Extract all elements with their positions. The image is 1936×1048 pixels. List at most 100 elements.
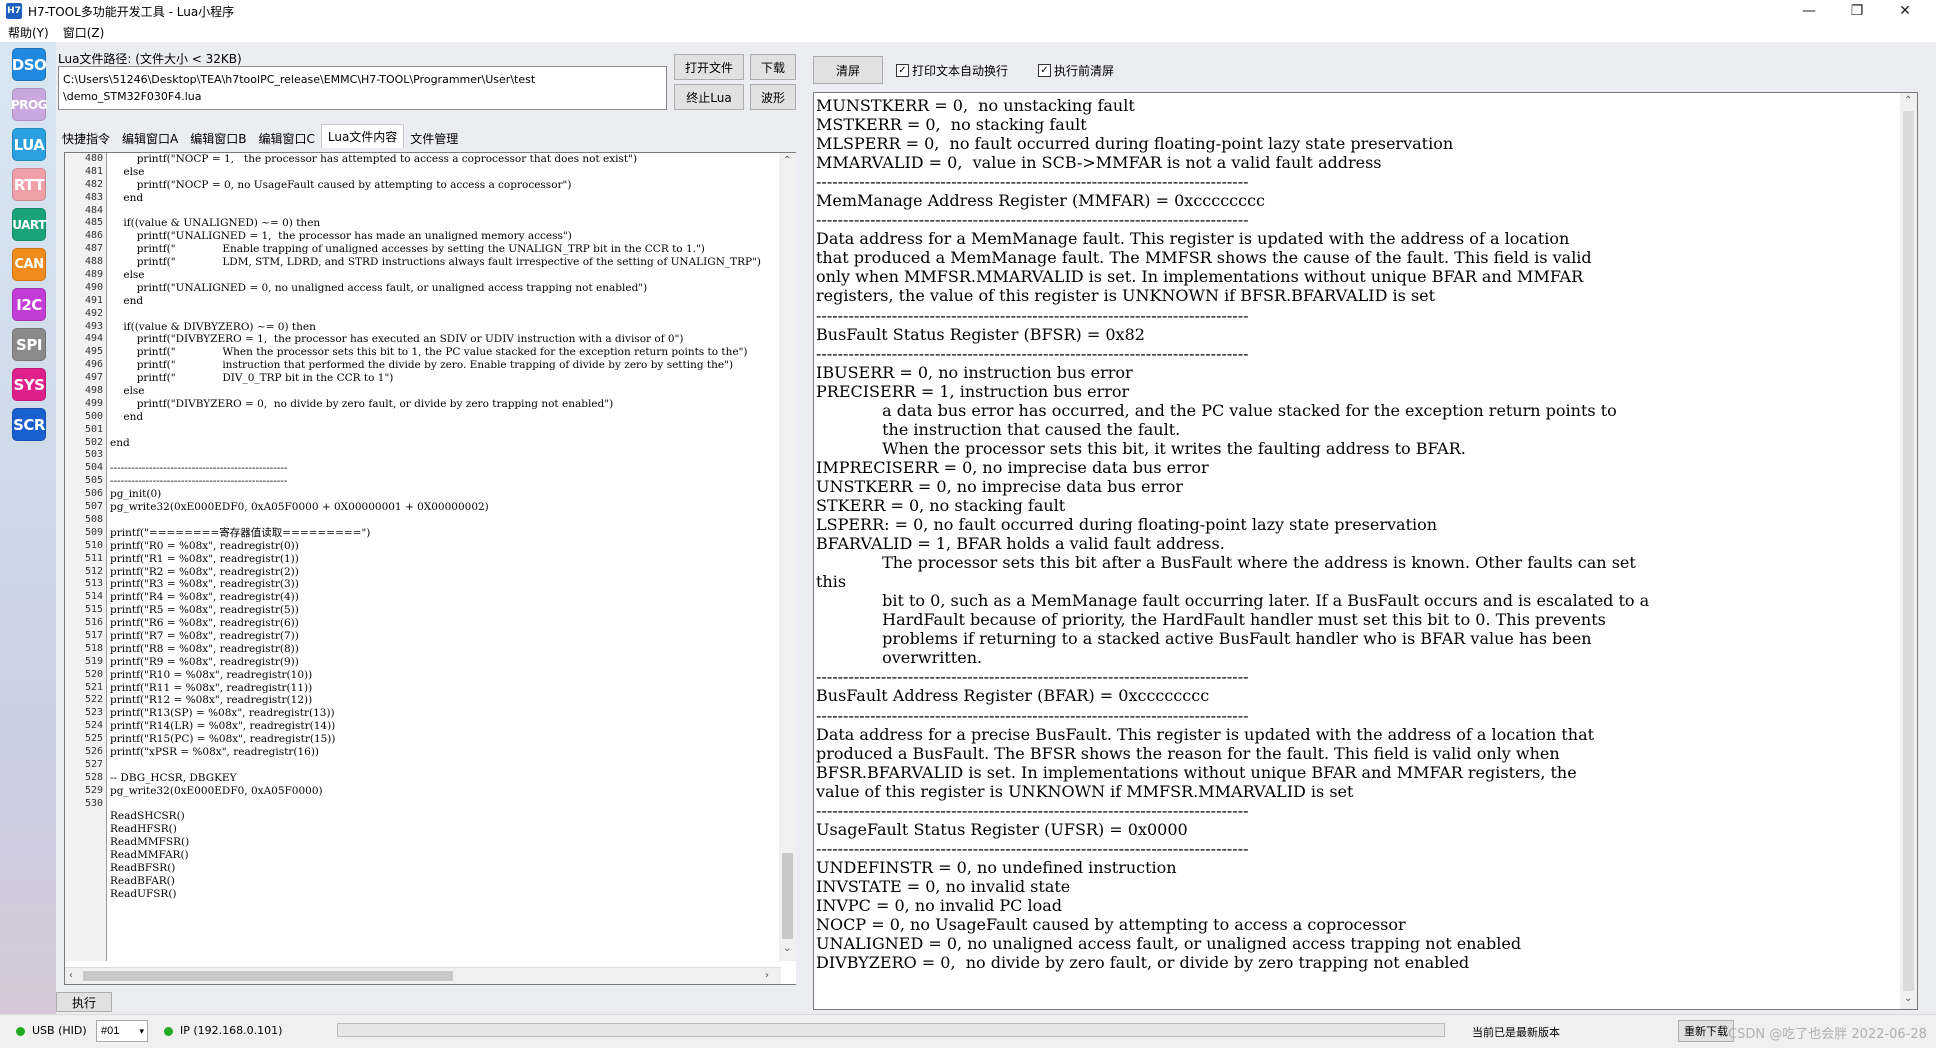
- stop-lua-button[interactable]: 终止Lua: [674, 84, 744, 110]
- code-line: printf(" Enable trapping of unaligned ac…: [110, 243, 705, 256]
- sidebar-prog-button[interactable]: PROG: [11, 88, 48, 121]
- code-line: ReadSHCSR(): [110, 810, 185, 823]
- output-line: HardFault because of priority, the HardF…: [816, 610, 1606, 630]
- sidebar-uart-button[interactable]: UART: [12, 208, 46, 241]
- scroll-up-icon[interactable]: ⌃: [1904, 95, 1912, 106]
- code-line: printf(" When the processor sets this bi…: [110, 346, 748, 359]
- editor-vscroll-thumb[interactable]: [782, 853, 793, 939]
- clear-screen-button[interactable]: 清屏: [813, 56, 883, 84]
- output-line: MMARVALID = 0, value in SCB->MMFAR is no…: [816, 153, 1382, 173]
- tab-edit-b[interactable]: 编辑窗口B: [184, 128, 252, 148]
- scroll-up-icon[interactable]: ⌃: [783, 155, 791, 166]
- maximize-button[interactable]: ❐: [1834, 0, 1880, 22]
- code-line: pg_init(0): [110, 488, 162, 501]
- output-line: BusFault Address Register (BFAR) = 0xccc…: [816, 686, 1210, 706]
- sidebar-lua-button[interactable]: LUA: [12, 128, 46, 161]
- line-number: 522: [84, 694, 103, 706]
- app-icon: H7: [6, 3, 22, 19]
- line-number: 509: [84, 526, 103, 538]
- code-line: printf("R5 = %08x", readregistr(5)): [110, 604, 299, 617]
- tab-edit-a[interactable]: 编辑窗口A: [116, 128, 184, 148]
- code-line: printf(" instruction that performed the …: [110, 359, 734, 372]
- sidebar-scr-button[interactable]: SCR: [12, 408, 46, 441]
- output-line: IMPRECISERR = 0, no imprecise data bus e…: [816, 457, 1209, 477]
- line-number: 505: [84, 475, 103, 487]
- code-line: printf("NOCP = 0, no UsageFault caused b…: [110, 178, 572, 191]
- line-number: 494: [84, 333, 103, 345]
- code-line: printf("R10 = %08x", readregistr(10)): [110, 668, 313, 681]
- check-icon[interactable]: ✓: [1038, 64, 1051, 77]
- line-number: 510: [84, 539, 103, 551]
- code-line: printf("R11 = %08x", readregistr(11)): [110, 681, 313, 694]
- module-sidebar: DSO PROG LUA RTT UART CAN I2C SPI SYS SC…: [0, 42, 56, 1048]
- code-editor[interactable]: 480 481 482 483 484 485 486 487 488 489 490 491 492 4…: [64, 152, 797, 985]
- sidebar-dso-button[interactable]: DSO: [12, 48, 47, 81]
- code-line: printf("DIVBYZERO = 0, no divide by zero…: [110, 397, 614, 410]
- output-line: ----------------------------------------…: [816, 210, 1249, 230]
- output-vscroll-thumb[interactable]: [1903, 111, 1914, 991]
- editor-horizontal-scrollbar[interactable]: ‹ ›: [65, 967, 781, 984]
- output-line: LSPERR: = 0, no fault occurred during fl…: [816, 515, 1438, 535]
- tab-quick-commands[interactable]: 快捷指令: [56, 128, 116, 148]
- output-vertical-scrollbar[interactable]: ⌃ ⌄: [1900, 93, 1917, 1009]
- code-line: ReadBFSR(): [110, 861, 176, 874]
- output-line: ----------------------------------------…: [816, 667, 1249, 687]
- run-button[interactable]: 执行: [56, 992, 112, 1012]
- line-number: 518: [84, 642, 103, 654]
- output-line: ----------------------------------------…: [816, 838, 1249, 858]
- chevron-down-icon: ▾: [139, 1025, 144, 1036]
- clear-before-run-checkbox[interactable]: ✓ 执行前清屏: [1038, 62, 1114, 79]
- tab-edit-c[interactable]: 编辑窗口C: [252, 128, 320, 148]
- status-bar: USB (HID) #01 ▾ IP (192.168.0.101) 当前已是最…: [0, 1014, 1936, 1048]
- line-number: 486: [84, 230, 103, 242]
- output-line: the instruction that caused the fault.: [816, 419, 1181, 439]
- scroll-left-icon[interactable]: ‹: [69, 970, 73, 981]
- sidebar-spi-button[interactable]: SPI: [12, 328, 46, 361]
- close-button[interactable]: ✕: [1882, 0, 1928, 22]
- code-line: printf("R13(SP) = %08x", readregistr(13)…: [110, 707, 335, 720]
- sidebar-sys-button[interactable]: SYS: [12, 368, 46, 401]
- lua-panel: Lua文件路径: (文件大小 < 32KB) C:\Users\51246\De…: [56, 42, 797, 1014]
- code-area[interactable]: printf("NOCP = 1, the processor has atte…: [110, 153, 778, 961]
- tab-lua-file-content[interactable]: Lua文件内容: [320, 124, 405, 148]
- line-number: 492: [84, 307, 103, 319]
- code-line: printf("DIVBYZERO = 1, the processor has…: [110, 333, 684, 346]
- sidebar-can-button[interactable]: CAN: [12, 248, 46, 281]
- output-textarea[interactable]: MUNSTKERR = 0, no unstacking fault MSTKER…: [813, 92, 1918, 1010]
- scroll-right-icon[interactable]: ›: [765, 970, 769, 981]
- download-button[interactable]: 下载: [750, 54, 796, 80]
- line-number: 488: [84, 256, 103, 268]
- editor-vertical-scrollbar[interactable]: ⌃ ⌄: [779, 153, 796, 961]
- open-file-button[interactable]: 打开文件: [674, 54, 744, 80]
- output-line: ----------------------------------------…: [816, 343, 1249, 363]
- scroll-down-icon[interactable]: ⌄: [1904, 993, 1912, 1004]
- menu-window[interactable]: 窗口(Z): [55, 24, 111, 41]
- code-line: printf("xPSR = %08x", readregistr(16)): [110, 745, 320, 758]
- usb-status-text: USB (HID): [32, 1024, 87, 1037]
- code-line: else: [110, 269, 145, 282]
- check-icon[interactable]: ✓: [896, 64, 909, 77]
- auto-wrap-checkbox[interactable]: ✓ 打印文本自动换行: [896, 62, 1008, 79]
- lua-path-field[interactable]: C:\Users\51246\Desktop\TEA\h7toolPC_rele…: [58, 66, 667, 110]
- line-number: 489: [84, 269, 103, 281]
- scroll-down-icon[interactable]: ⌄: [783, 943, 791, 954]
- output-line: this: [816, 572, 847, 592]
- code-line: ReadBFAR(): [110, 874, 175, 887]
- line-number: 507: [84, 501, 103, 513]
- redownload-button[interactable]: 重新下载: [1678, 1020, 1734, 1042]
- sidebar-i2c-button[interactable]: I2C: [12, 288, 46, 321]
- ip-status-text: IP (192.168.0.101): [180, 1024, 283, 1037]
- minimize-button[interactable]: —: [1786, 0, 1832, 22]
- waveform-button[interactable]: 波形: [750, 84, 796, 110]
- menu-help[interactable]: 帮助(Y): [0, 24, 55, 41]
- watermark: CSDN @吃了也会胖 2022-06-28: [1728, 1027, 1927, 1042]
- code-line: printf("R14(LR) = %08x", readregistr(14)…: [110, 720, 336, 733]
- editor-hscroll-thumb[interactable]: [83, 971, 453, 981]
- device-select[interactable]: #01 ▾: [96, 1020, 148, 1042]
- code-line: printf("UNALIGNED = 1, the processor has…: [110, 230, 572, 243]
- sidebar-rtt-button[interactable]: RTT: [12, 168, 46, 201]
- line-number: 485: [84, 217, 103, 229]
- tab-file-management[interactable]: 文件管理: [404, 128, 464, 148]
